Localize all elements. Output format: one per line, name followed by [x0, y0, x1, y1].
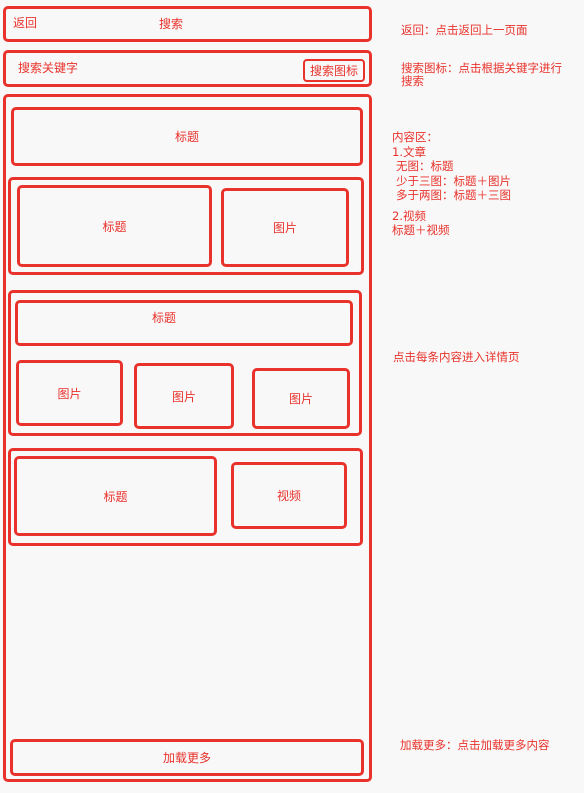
article-title-box: 标题 [17, 185, 212, 267]
article-title-box [15, 300, 353, 346]
note-search-icon: 搜索图标：点击根据关键字进行 搜索 [401, 61, 562, 88]
image-label: 图片 [57, 386, 82, 401]
note-content: 内容区： 1.文章 无图：标题 少于三图：标题＋图片 多于两图：标题＋三图 [392, 130, 511, 202]
article-image-2: 图片 [134, 363, 234, 429]
article-image-1: 图片 [16, 360, 123, 426]
back-button[interactable]: 返回 [13, 16, 37, 30]
article-title: 标题 [152, 311, 177, 325]
image-label: 图片 [288, 392, 313, 406]
note-load-more: 加载更多：点击加载更多内容 [400, 738, 550, 752]
page-title: 搜索 [159, 17, 184, 31]
search-input[interactable]: 搜索关键字 [18, 61, 78, 75]
header-bar [3, 6, 372, 42]
video-title-box: 标题 [14, 456, 217, 536]
search-icon[interactable]: 搜索图标 [303, 59, 365, 82]
article-title: 标题 [102, 219, 127, 234]
video-label: 视频 [276, 489, 301, 503]
video-player: 视频 [231, 462, 347, 529]
note-back: 返回：点击返回上一页面 [401, 23, 528, 37]
load-more-button[interactable]: 加载更多 [10, 739, 364, 776]
search-icon-label: 搜索图标 [309, 64, 358, 78]
article-title: 标题 [174, 130, 199, 144]
video-title: 标题 [103, 489, 128, 504]
image-label: 图片 [171, 389, 196, 404]
article-image-3: 图片 [252, 368, 350, 429]
article-image: 图片 [221, 188, 349, 267]
note-detail: 点击每条内容进入详情页 [393, 350, 520, 364]
article-no-image[interactable]: 标题 [11, 107, 363, 166]
image-label: 图片 [272, 221, 297, 235]
note-video: 2.视频 标题＋视频 [392, 209, 450, 237]
load-more-label: 加载更多 [162, 751, 211, 765]
